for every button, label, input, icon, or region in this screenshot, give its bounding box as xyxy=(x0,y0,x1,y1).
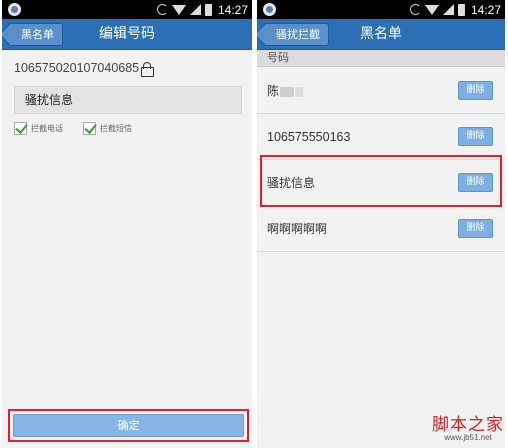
title-bar: 编辑号码 黑名单 xyxy=(2,19,252,50)
delete-button[interactable]: 删除 xyxy=(458,127,493,146)
app-notification-icon xyxy=(8,3,21,16)
signal-icon xyxy=(189,4,201,15)
block-options: 拦截电话 拦截短信 xyxy=(14,122,132,135)
list-item[interactable]: 106575550163 删除 xyxy=(257,114,505,160)
back-button[interactable]: 骚扰拦截 xyxy=(263,23,329,46)
battery-icon xyxy=(457,3,465,16)
name-input[interactable]: 骚扰信息 xyxy=(14,86,242,114)
status-bar: 14:27 xyxy=(257,0,505,19)
check-icon[interactable] xyxy=(14,122,27,135)
watermark-title: 脚本之家 xyxy=(432,415,504,435)
list-item[interactable]: 啊啊啊啊啊 删除 xyxy=(257,206,505,252)
sync-icon xyxy=(409,4,421,15)
confirm-highlight-box: 确定 xyxy=(8,409,249,442)
redacted-mark xyxy=(295,86,304,97)
app-notification-icon xyxy=(263,3,276,16)
back-button-label: 骚扰拦截 xyxy=(276,28,320,41)
redacted-mark xyxy=(280,86,295,97)
list-item-label: 陈 xyxy=(267,68,304,114)
highlight-box xyxy=(260,155,502,207)
section-header: 号码 xyxy=(257,50,505,67)
confirm-button[interactable]: 确定 xyxy=(13,414,244,437)
list-item-label: 啊啊啊啊啊 xyxy=(267,222,328,236)
signal-icon xyxy=(442,4,454,15)
delete-button[interactable]: 删除 xyxy=(458,219,493,238)
title-bar: 黑名单 骚扰拦截 xyxy=(257,19,505,50)
system-icons: 14:27 xyxy=(156,2,248,17)
list-item-label: 106575550163 xyxy=(267,130,351,144)
edit-number-screen: 14:27 编辑号码 黑名单 106575020107040685 骚扰信息 拦… xyxy=(2,0,252,448)
blacklist-screen: 14:27 黑名单 骚扰拦截 号码 陈 删除 106575550163 删除 骚… xyxy=(257,0,505,448)
block-sms-label: 拦截短信 xyxy=(100,124,132,133)
battery-icon xyxy=(204,3,212,16)
phone-number: 106575020107040685 xyxy=(14,61,155,77)
wifi-icon xyxy=(424,4,439,15)
sync-icon xyxy=(156,4,168,15)
wifi-icon xyxy=(171,4,186,15)
list-item[interactable]: 陈 删除 xyxy=(257,68,505,114)
delete-button[interactable]: 删除 xyxy=(458,81,493,100)
block-sms-checkbox[interactable]: 拦截短信 xyxy=(83,122,132,135)
back-button[interactable]: 黑名单 xyxy=(8,23,63,46)
back-button-label: 黑名单 xyxy=(21,28,54,41)
clock: 14:27 xyxy=(217,2,248,17)
block-calls-checkbox[interactable]: 拦截电话 xyxy=(14,122,63,135)
lock-icon[interactable] xyxy=(141,61,155,77)
system-icons: 14:27 xyxy=(409,2,501,17)
phone-number-text: 106575020107040685 xyxy=(14,61,140,75)
block-calls-label: 拦截电话 xyxy=(31,124,63,133)
site-watermark: 脚本之家 www.jb51.net xyxy=(432,410,504,442)
check-icon[interactable] xyxy=(83,122,96,135)
clock: 14:27 xyxy=(470,2,501,17)
status-bar: 14:27 xyxy=(2,0,252,19)
